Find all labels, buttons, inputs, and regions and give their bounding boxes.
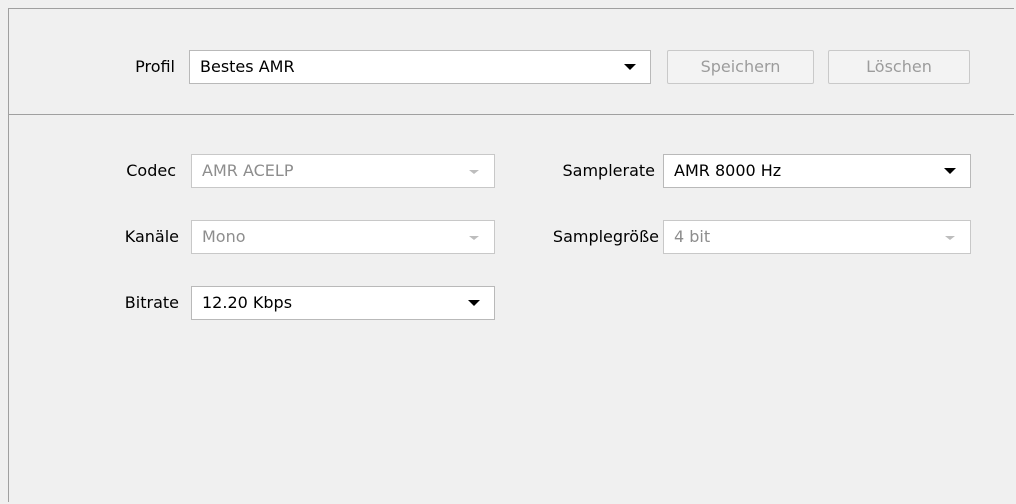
chevron-down-icon (624, 64, 636, 70)
codec-dropdown[interactable]: AMR ACELP (191, 154, 495, 188)
samplesize-label: Samplegröße (552, 227, 659, 246)
delete-button[interactable]: Löschen (828, 50, 970, 84)
samplesize-value: 4 bit (674, 227, 711, 246)
codec-value: AMR ACELP (202, 161, 294, 180)
channels-label: Kanäle (124, 227, 179, 246)
save-button[interactable]: Speichern (667, 50, 814, 84)
profile-label: Profil (135, 57, 175, 76)
chevron-down-icon (944, 168, 956, 174)
profile-dropdown[interactable]: Bestes AMR (189, 50, 651, 84)
channels-dropdown[interactable]: Mono (191, 220, 495, 254)
bitrate-label: Bitrate (124, 293, 179, 312)
bitrate-dropdown[interactable]: 12.20 Kbps (191, 286, 495, 320)
profile-value: Bestes AMR (200, 57, 295, 76)
samplesize-dropdown[interactable]: 4 bit (663, 220, 971, 254)
channels-value: Mono (202, 227, 246, 246)
samplerate-label: Samplerate (562, 161, 656, 180)
chevron-down-icon (945, 236, 955, 240)
chevron-down-icon (469, 170, 479, 174)
bitrate-value: 12.20 Kbps (202, 293, 293, 312)
samplerate-value: AMR 8000 Hz (674, 161, 782, 180)
chevron-down-icon (468, 300, 480, 306)
section-divider (9, 114, 1014, 115)
codec-label: Codec (126, 161, 176, 180)
chevron-down-icon (469, 236, 479, 240)
samplerate-dropdown[interactable]: AMR 8000 Hz (663, 154, 971, 188)
